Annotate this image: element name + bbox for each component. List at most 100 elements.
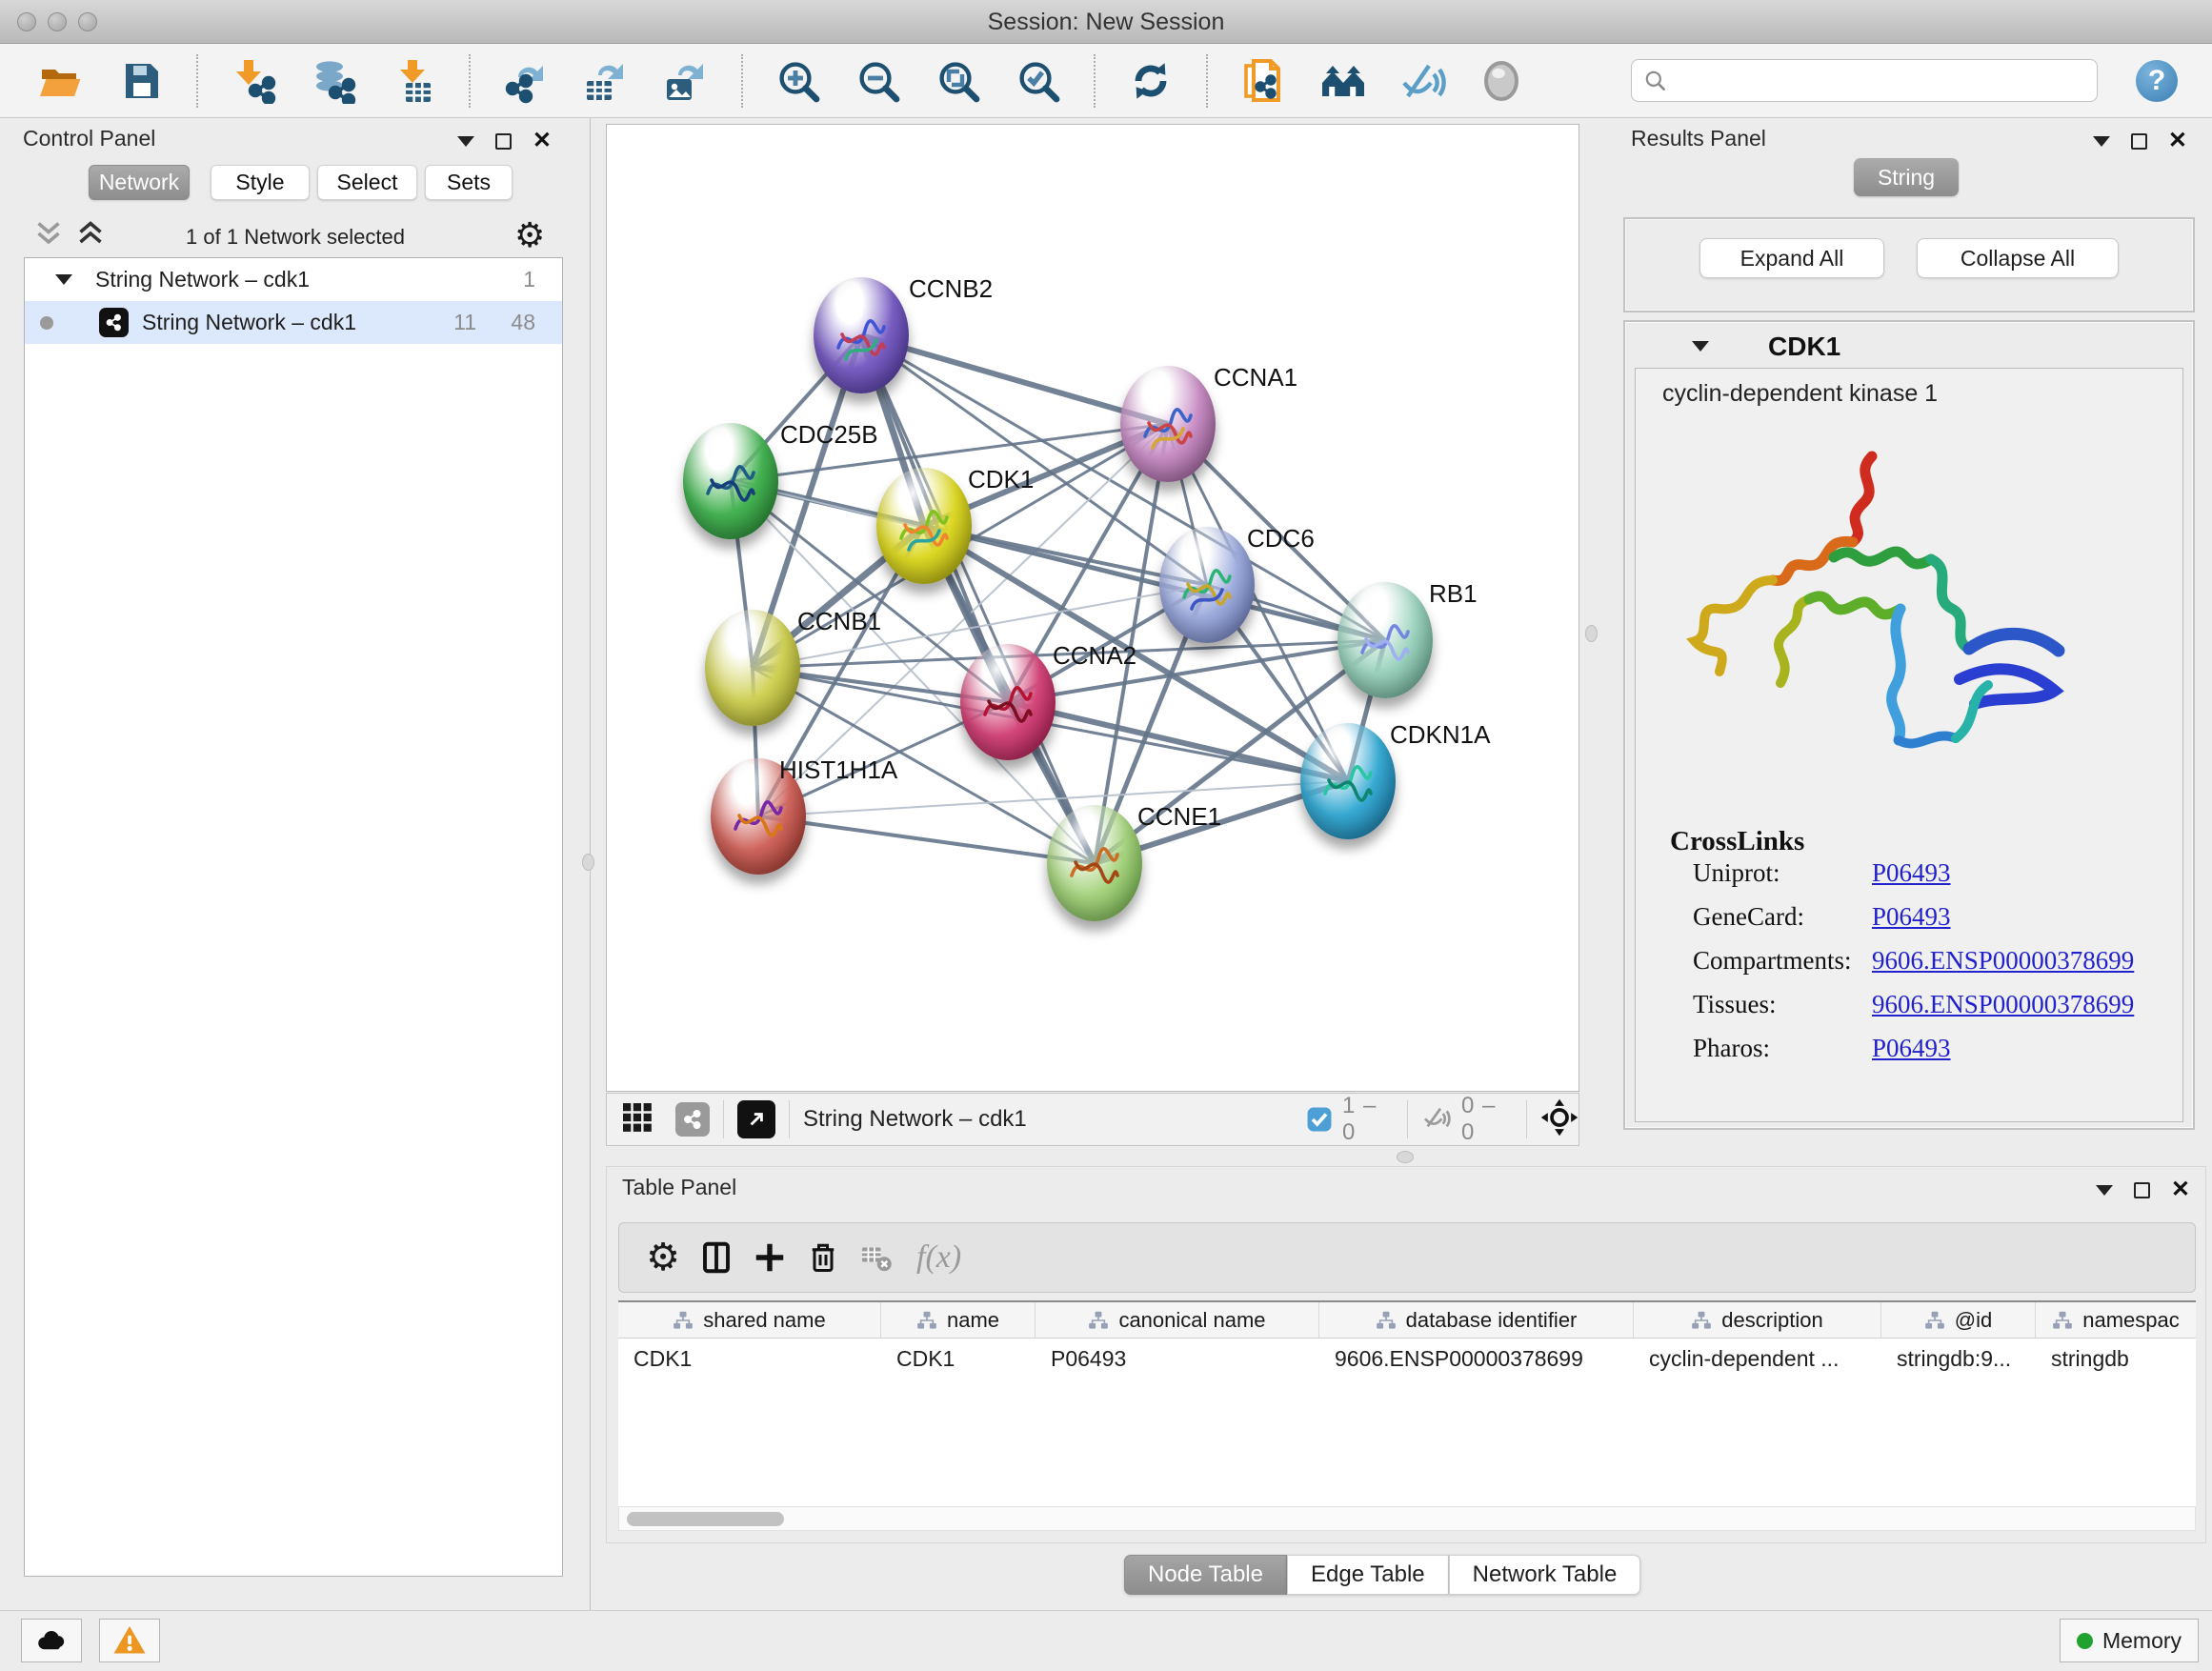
- tab-node-table[interactable]: Node Table: [1124, 1555, 1287, 1595]
- import-network-file-button[interactable]: [224, 52, 283, 110]
- delete-column-button[interactable]: [796, 1231, 850, 1284]
- birdseye-fit-button[interactable]: [1540, 1098, 1579, 1141]
- hide-selected-button[interactable]: [1394, 52, 1453, 110]
- search-input[interactable]: [1678, 69, 2085, 93]
- tab-select[interactable]: Select: [317, 165, 417, 200]
- toolbar-separator: [741, 54, 743, 108]
- warnings-button[interactable]: [99, 1619, 160, 1662]
- selected-checkbox[interactable]: [1306, 1106, 1333, 1133]
- network-node-CCNB1[interactable]: [705, 610, 800, 726]
- cloud-status-button[interactable]: [21, 1619, 82, 1662]
- horizontal-splitter-handle[interactable]: [1397, 1151, 1414, 1163]
- crosslink-link[interactable]: P06493: [1872, 902, 1951, 932]
- float-panel-icon[interactable]: [495, 133, 512, 150]
- tab-string[interactable]: String: [1854, 158, 1959, 196]
- collapse-all-button[interactable]: Collapse All: [1917, 238, 2119, 278]
- network-canvas[interactable]: CCNB2CCNA1CDC25BCDK1CDC6RB1CCNB1CCNA2CDK…: [606, 124, 1579, 1092]
- network-collection-row[interactable]: String Network – cdk1 1: [25, 258, 562, 301]
- show-columns-button[interactable]: [690, 1231, 743, 1284]
- protein-ribbon-thumbnail: [728, 783, 789, 852]
- column-header[interactable]: database identifier: [1319, 1302, 1634, 1338]
- export-network-button[interactable]: [496, 52, 555, 110]
- tab-network[interactable]: Network: [89, 165, 190, 200]
- tab-style[interactable]: Style: [211, 165, 310, 200]
- table-settings-gear-icon[interactable]: ⚙: [636, 1231, 690, 1284]
- panel-menu-icon[interactable]: [2096, 1185, 2113, 1196]
- right-splitter-handle[interactable]: [1585, 625, 1598, 642]
- node-label-CDC6: CDC6: [1247, 524, 1315, 554]
- tab-network-table[interactable]: Network Table: [1449, 1555, 1641, 1595]
- column-header[interactable]: namespac: [2036, 1302, 2196, 1338]
- network-options-gear-icon[interactable]: ⚙: [514, 215, 545, 255]
- column-header[interactable]: canonical name: [1036, 1302, 1319, 1338]
- column-header[interactable]: shared name: [618, 1302, 881, 1338]
- table-row[interactable]: CDK1 CDK1 P06493 9606.ENSP00000378699 cy…: [618, 1339, 2196, 1379]
- import-table-file-button[interactable]: [384, 52, 443, 110]
- share-document-button[interactable]: [1234, 52, 1293, 110]
- zoom-out-button[interactable]: [849, 52, 908, 110]
- collection-expander-icon[interactable]: [55, 274, 72, 285]
- crosslinks-title: CrossLinks: [1670, 826, 1804, 857]
- column-header[interactable]: name: [881, 1302, 1036, 1338]
- crosslink-link[interactable]: P06493: [1872, 858, 1951, 888]
- panel-menu-icon[interactable]: [457, 136, 474, 147]
- network-node-CDC25B[interactable]: [683, 423, 778, 539]
- network-node-CDKN1A[interactable]: [1300, 723, 1396, 839]
- delete-table-button[interactable]: [850, 1231, 903, 1284]
- scrollbar-thumb[interactable]: [627, 1512, 784, 1526]
- open-session-button[interactable]: [31, 52, 90, 110]
- refresh-button[interactable]: [1121, 52, 1180, 110]
- crosslink-row: Uniprot: P06493: [1693, 858, 2169, 902]
- network-node-CDK1[interactable]: [876, 468, 972, 584]
- grid-view-button[interactable]: [620, 1100, 654, 1139]
- open-in-new-window-button[interactable]: [737, 1100, 775, 1138]
- table-horizontal-scrollbar[interactable]: [618, 1506, 2196, 1531]
- network-row[interactable]: String Network – cdk1 11 48: [25, 301, 562, 344]
- float-panel-icon[interactable]: [2134, 1182, 2150, 1198]
- network-node-CCNA2[interactable]: [960, 644, 1056, 760]
- close-panel-icon[interactable]: ✕: [2171, 1178, 2190, 1201]
- zoom-selected-button[interactable]: [1009, 52, 1068, 110]
- function-builder-button[interactable]: f(x): [916, 1239, 961, 1276]
- close-panel-icon[interactable]: ✕: [2168, 130, 2187, 152]
- tab-sets[interactable]: Sets: [425, 165, 513, 200]
- left-splitter-handle[interactable]: [582, 854, 594, 871]
- zoom-out-icon: [855, 58, 901, 104]
- panel-menu-icon[interactable]: [2093, 136, 2110, 147]
- zoom-in-button[interactable]: [769, 52, 828, 110]
- network-edge-HIST1H1A-CCNE1[interactable]: [758, 816, 1095, 863]
- add-column-button[interactable]: [743, 1231, 796, 1284]
- show-hidden-button[interactable]: [1474, 52, 1533, 110]
- string-home-button[interactable]: [1314, 52, 1373, 110]
- network-edge-CCNA2-CDKN1A[interactable]: [1008, 702, 1348, 781]
- string-style-button[interactable]: [675, 1102, 710, 1137]
- crosslink-link[interactable]: P06493: [1872, 1034, 1951, 1063]
- help-button[interactable]: ?: [2136, 60, 2178, 102]
- float-panel-icon[interactable]: [2131, 133, 2147, 150]
- zoom-selected-icon: [1016, 58, 1061, 104]
- column-header[interactable]: description: [1634, 1302, 1881, 1338]
- import-network-database-button[interactable]: [304, 52, 363, 110]
- expand-all-button[interactable]: Expand All: [1699, 238, 1884, 278]
- close-panel-icon[interactable]: ✕: [533, 130, 552, 152]
- network-node-CDC6[interactable]: [1159, 527, 1255, 643]
- tab-edge-table[interactable]: Edge Table: [1287, 1555, 1449, 1595]
- crosslink-link[interactable]: 9606.ENSP00000378699: [1872, 990, 2134, 1019]
- export-image-button[interactable]: [656, 52, 715, 110]
- export-table-button[interactable]: [576, 52, 635, 110]
- network-node-CCNA1[interactable]: [1120, 366, 1216, 482]
- memory-button[interactable]: Memory: [2060, 1619, 2199, 1662]
- column-header[interactable]: @id: [1881, 1302, 2036, 1338]
- gene-collapse-icon[interactable]: [1692, 341, 1709, 352]
- gene-section: CDK1 cyclin-dependent kinase 1: [1623, 320, 2195, 1130]
- network-node-RB1[interactable]: [1337, 582, 1433, 698]
- crosslink-link[interactable]: 9606.ENSP00000378699: [1872, 946, 2134, 976]
- save-session-button[interactable]: [111, 52, 171, 110]
- trash-icon: [806, 1240, 840, 1275]
- control-panel-title: Control Panel: [23, 126, 155, 151]
- network-node-CCNB2[interactable]: [814, 277, 909, 393]
- network-node-CCNE1[interactable]: [1047, 805, 1142, 921]
- node-label-CCNA2: CCNA2: [1053, 641, 1136, 671]
- netbar-separator: [1526, 1100, 1527, 1138]
- zoom-fit-button[interactable]: [929, 52, 988, 110]
